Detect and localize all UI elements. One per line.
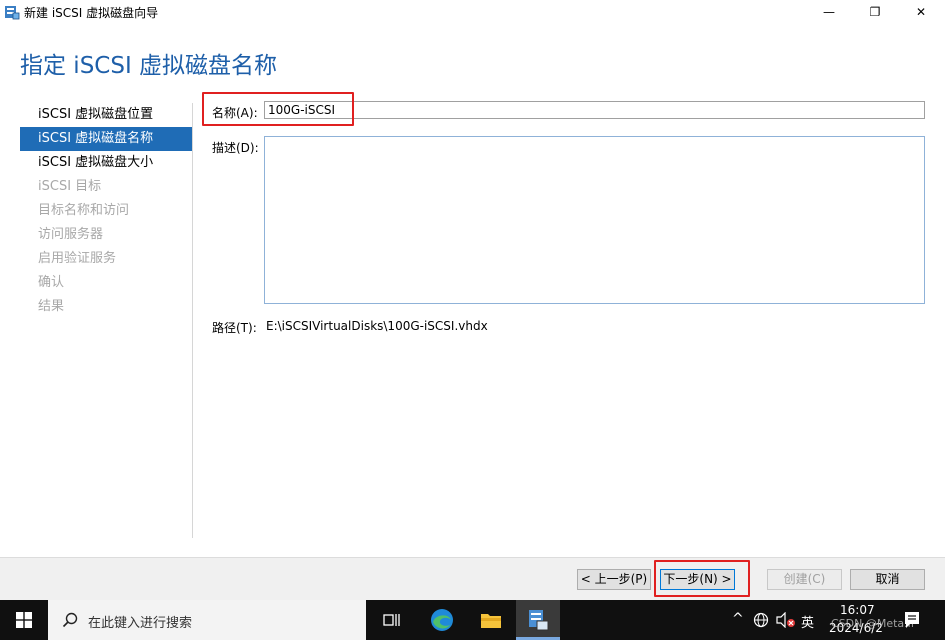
folder-icon	[481, 614, 501, 628]
ime-indicator[interactable]: 英	[801, 612, 814, 631]
search-icon	[62, 612, 78, 628]
nav-item-target-name-access: 目标名称和访问	[38, 203, 130, 218]
network-globe-icon[interactable]	[753, 612, 769, 628]
nav-item-results: 结果	[38, 299, 65, 314]
restore-icon: ❐	[869, 5, 881, 19]
minimize-icon: —	[823, 5, 835, 19]
start-button[interactable]	[0, 600, 48, 640]
page-title: 指定 iSCSI 虚拟磁盘名称	[20, 53, 278, 79]
path-label: 路径(T):	[212, 321, 257, 335]
close-icon: ✕	[915, 5, 927, 19]
taskbar-edge[interactable]	[420, 600, 464, 640]
nav-item-disk-location[interactable]: iSCSI 虚拟磁盘位置	[20, 103, 192, 127]
server-manager-taskbar-icon	[529, 610, 549, 631]
minimize-button[interactable]: —	[806, 0, 852, 24]
create-button: 创建(C)	[767, 569, 842, 590]
close-button[interactable]: ✕	[898, 0, 944, 24]
wizard-steps-nav: iSCSI 虚拟磁盘位置 iSCSI 虚拟磁盘名称 iSCSI 虚拟磁盘大小 i…	[20, 103, 192, 319]
csdn-watermark: CSDN @Meta.if	[831, 617, 915, 630]
clock-time[interactable]: 16:07	[840, 603, 875, 617]
nav-item-confirmation: 确认	[38, 275, 65, 290]
taskbar-file-explorer[interactable]	[469, 600, 513, 640]
maximize-button[interactable]: ❐	[852, 0, 898, 24]
nav-item-disk-name[interactable]: iSCSI 虚拟磁盘名称	[20, 127, 192, 151]
window-title: 新建 iSCSI 虚拟磁盘向导	[24, 6, 159, 20]
name-input[interactable]	[264, 101, 925, 119]
title-bar: 新建 iSCSI 虚拟磁盘向导 — ❐ ✕	[0, 0, 945, 24]
highlight-next-box	[654, 560, 750, 597]
windows-logo-icon	[16, 612, 32, 628]
nav-item-access-servers: 访问服务器	[38, 227, 104, 242]
nav-item-enable-auth: 启用验证服务	[38, 251, 117, 266]
edge-browser-icon	[431, 609, 453, 631]
nav-divider	[192, 103, 193, 538]
nav-item-disk-size[interactable]: iSCSI 虚拟磁盘大小	[20, 151, 192, 175]
previous-button[interactable]: < 上一步(P)	[577, 569, 651, 590]
task-view-icon	[383, 614, 400, 626]
search-placeholder: 在此键入进行搜索	[88, 616, 193, 631]
task-view-button[interactable]	[370, 600, 414, 640]
path-value: E:\iSCSIVirtualDisks\100G-iSCSI.vhdx	[266, 319, 488, 333]
tray-overflow-chevron-icon[interactable]: ^	[732, 611, 744, 627]
server-manager-icon	[5, 6, 20, 20]
taskbar-server-manager[interactable]	[516, 600, 560, 640]
highlight-name-box	[202, 92, 354, 126]
nav-item-iscsi-target: iSCSI 目标	[38, 179, 102, 194]
speaker-muted-icon[interactable]	[776, 612, 796, 628]
description-label: 描述(D):	[212, 141, 259, 155]
taskbar-search-box[interactable]: 在此键入进行搜索	[48, 600, 366, 640]
notification-center-icon[interactable]	[904, 611, 920, 629]
cancel-button[interactable]: 取消	[850, 569, 925, 590]
description-input[interactable]	[264, 136, 925, 304]
